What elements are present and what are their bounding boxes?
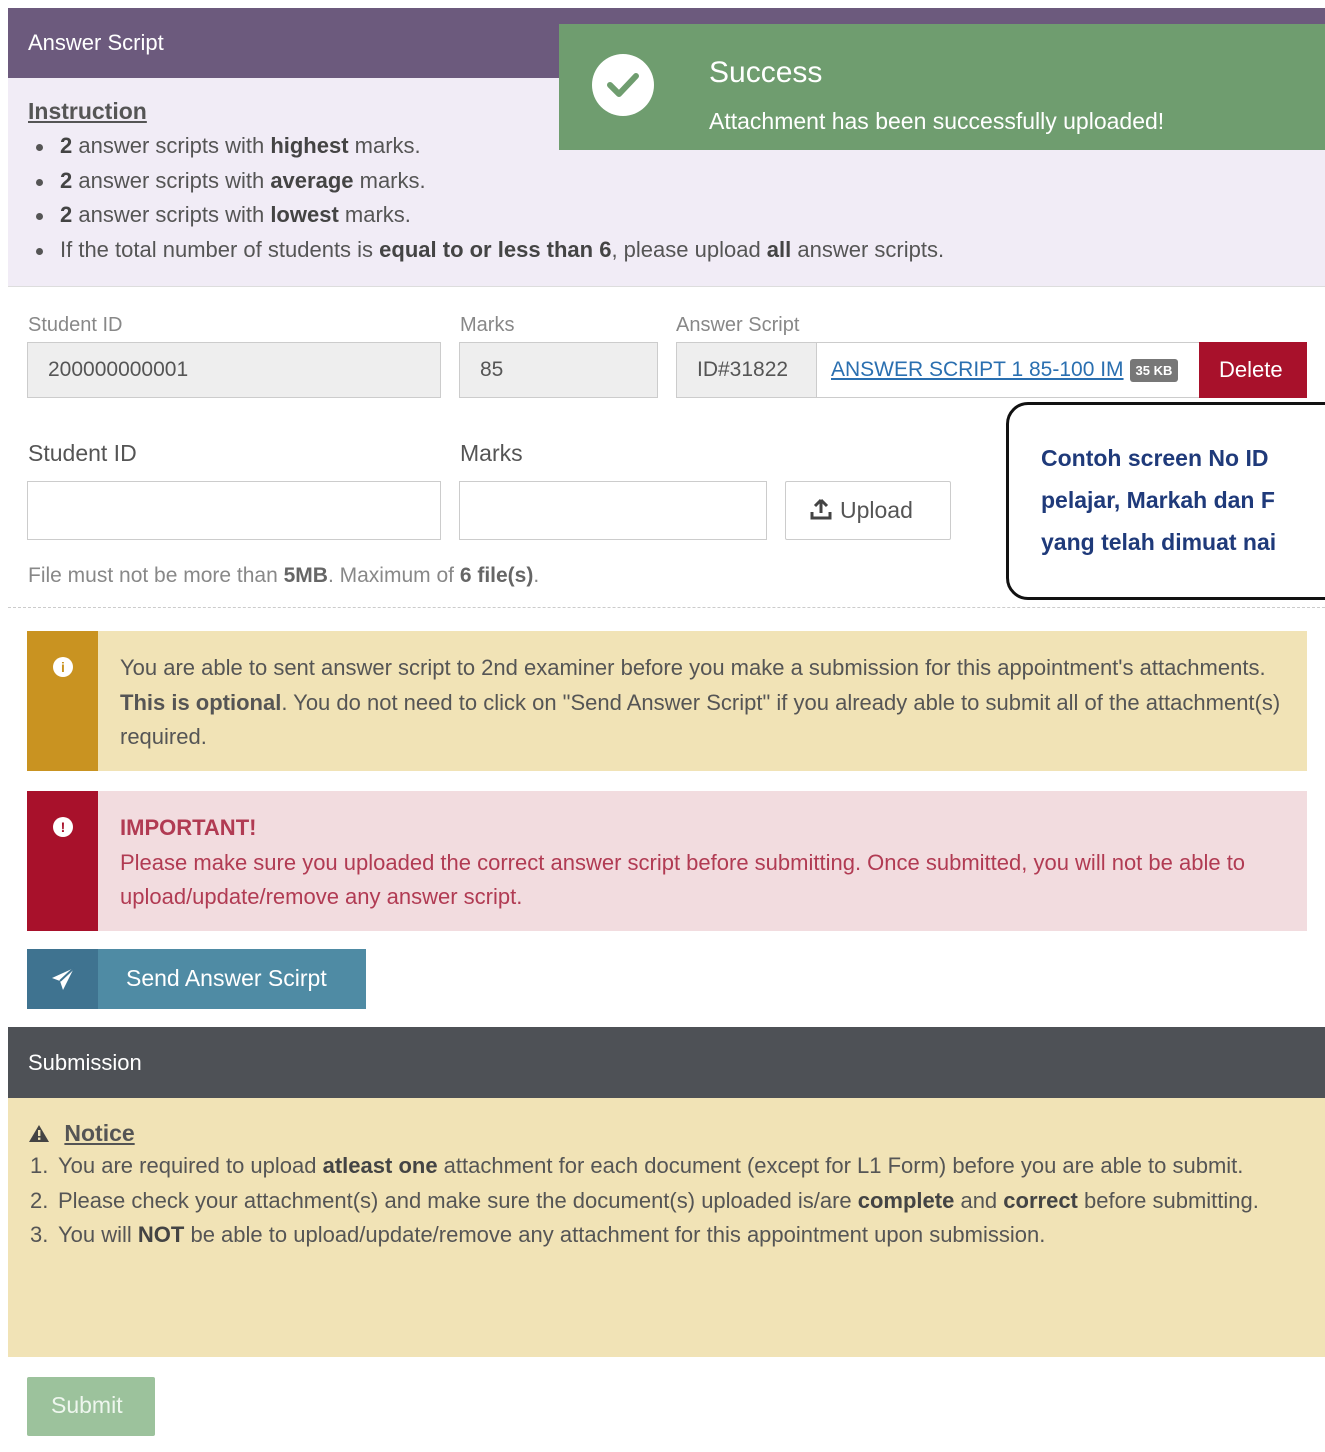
instruction-item: 2 answer scripts with average marks.: [28, 164, 1305, 199]
exclamation-icon: !: [53, 817, 73, 837]
upload-icon: [810, 498, 832, 526]
important-alert: ! IMPORTANT! Please make sure you uploade…: [27, 791, 1307, 931]
toast-title: Success: [709, 56, 823, 89]
marks-label: Marks: [460, 440, 523, 466]
notice-list: 1. You are required to upload atleast one…: [28, 1149, 1305, 1253]
file-size-badge: 35 KB: [1129, 358, 1179, 382]
check-icon: [592, 54, 654, 116]
student-id-input[interactable]: [27, 481, 441, 540]
file-name-field: ANSWER SCRIPT 1 85-100 IM 35 KB: [816, 342, 1200, 398]
delete-button[interactable]: Delete: [1199, 342, 1307, 398]
uploaded-answer-script-label: Answer Script: [676, 314, 800, 336]
send-answer-script-button[interactable]: Send Answer Scirpt: [27, 949, 366, 1009]
notice-box: Notice 1. You are required to upload atle…: [8, 1098, 1325, 1357]
toast-message: Attachment has been successfully uploade…: [709, 108, 1165, 134]
instruction-item: If the total number of students is equal…: [28, 233, 1305, 268]
file-id-field: ID#31822: [676, 342, 817, 398]
callout-line: Contoh screen No ID: [1041, 445, 1269, 471]
notice-item: 3. You will NOT be able to upload/update/…: [30, 1222, 1046, 1247]
notice-item: 1. You are required to upload atleast one…: [30, 1153, 1244, 1178]
optional-send-alert: i You are able to sent answer script to …: [27, 631, 1307, 771]
uploaded-student-id-field: 200000000001: [27, 342, 441, 398]
answer-script-title: Answer Script: [28, 30, 164, 55]
upload-button[interactable]: Upload: [785, 481, 951, 540]
alert-side: i: [27, 631, 98, 771]
uploaded-marks-label: Marks: [460, 314, 515, 336]
file-name-link[interactable]: ANSWER SCRIPT 1 85-100 IM: [831, 358, 1124, 381]
page-frame: Answer Script Instruction 2 answer scrip…: [8, 8, 1325, 1452]
upload-label: Upload: [840, 497, 913, 523]
submission-title: Submission: [28, 1050, 142, 1075]
important-title: IMPORTANT!: [120, 815, 257, 840]
callout-line: pelajar, Markah dan F: [1041, 487, 1275, 513]
success-toast[interactable]: Success Attachment has been successfully…: [559, 24, 1325, 150]
student-id-label: Student ID: [28, 440, 137, 466]
submission-header: Submission: [8, 1027, 1325, 1098]
notice-item: 2. Please check your attachment(s) and ma…: [30, 1187, 1259, 1213]
file-limit-hint: File must not be more than 5MB. Maximum …: [28, 564, 540, 587]
paper-plane-icon: [27, 949, 98, 1009]
marks-input[interactable]: [459, 481, 767, 540]
uploaded-student-id-label: Student ID: [28, 314, 123, 336]
submit-button[interactable]: Submit: [27, 1377, 155, 1436]
warning-triangle-icon: [28, 1120, 56, 1146]
alert-side: !: [27, 791, 98, 931]
form-divider: [8, 607, 1325, 608]
callout-line: yang telah dimuat nai: [1041, 529, 1277, 555]
send-button-label: Send Answer Scirpt: [126, 965, 327, 991]
info-icon: i: [53, 657, 73, 677]
uploaded-marks-field: 85: [459, 342, 658, 398]
important-text: Please make sure you uploaded the correc…: [120, 849, 1246, 910]
annotation-callout: Contoh screen No ID pelajar, Markah dan …: [1006, 402, 1325, 600]
notice-title: Notice: [28, 1120, 1305, 1147]
instruction-item: 2 answer scripts with lowest marks.: [28, 198, 1305, 233]
